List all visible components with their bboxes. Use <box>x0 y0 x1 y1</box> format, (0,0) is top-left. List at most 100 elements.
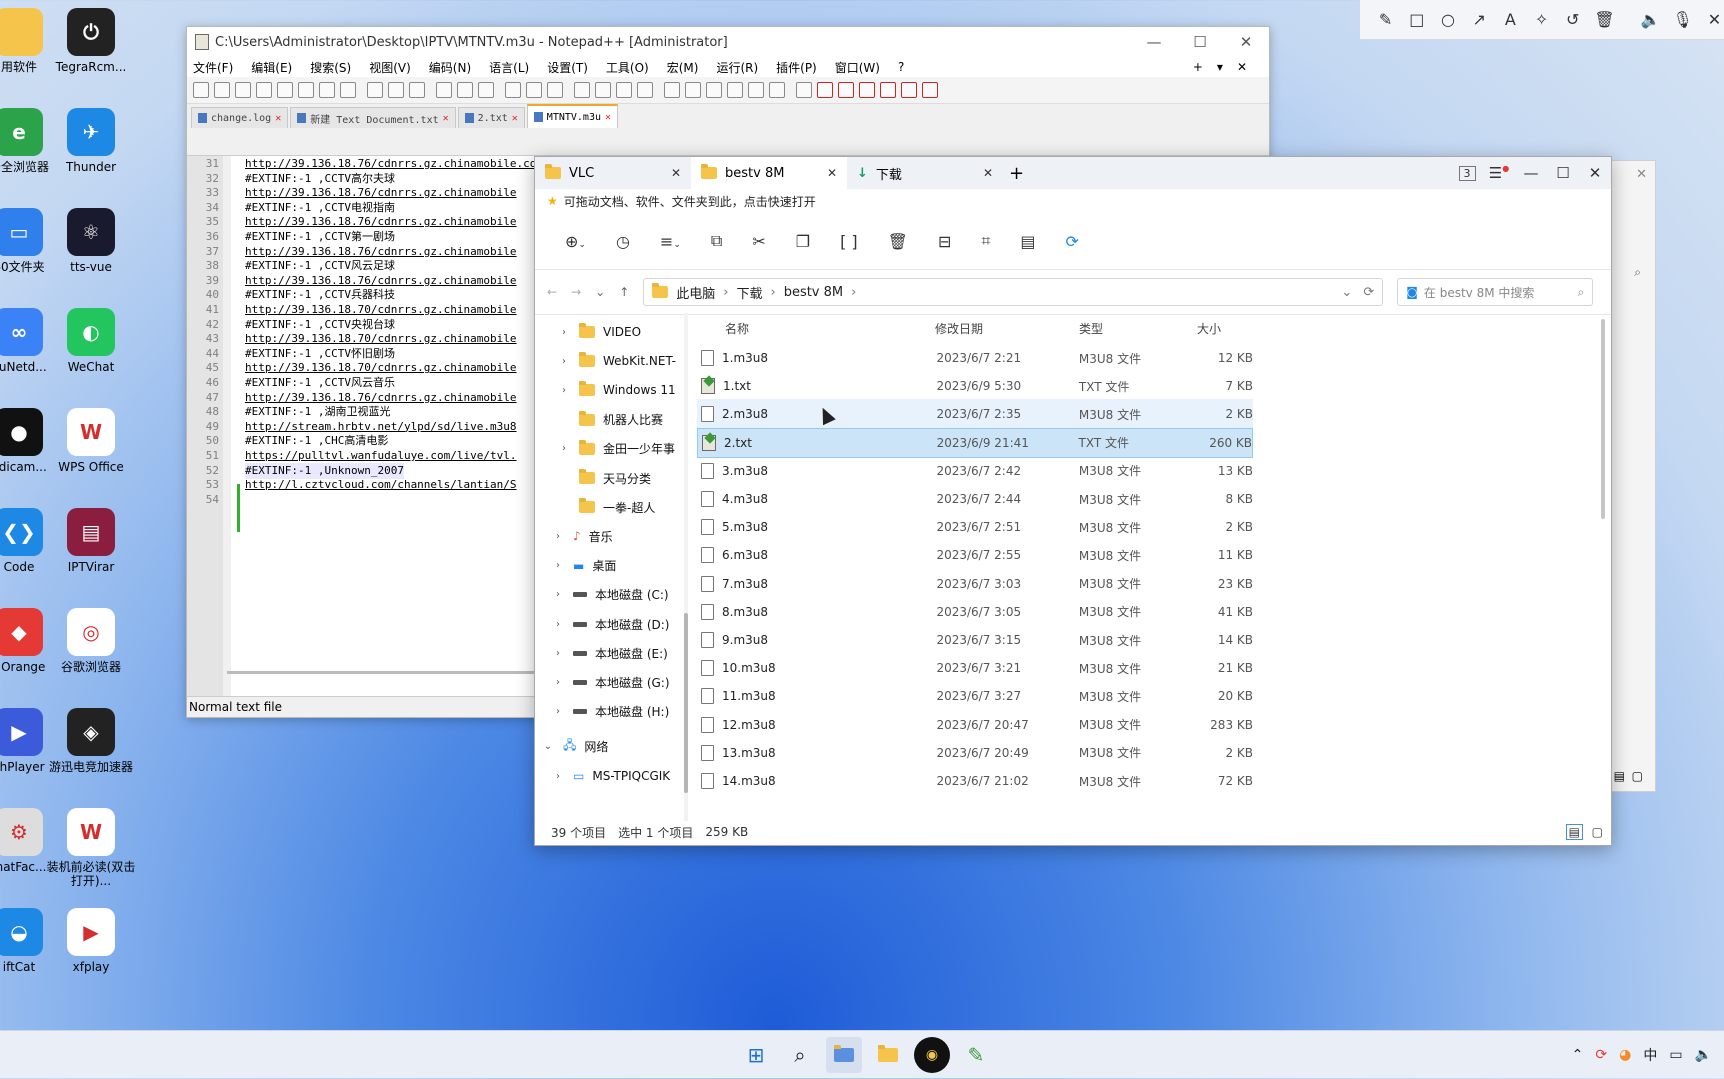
toolbar-button-icon[interactable] <box>817 82 833 98</box>
toolbar-button-icon[interactable] <box>235 82 251 98</box>
menu-item[interactable]: 搜索(S) <box>310 59 351 76</box>
file-row[interactable]: 10.m3u8 2023/6/7 3:21 M3U8 文件 21 KB <box>697 653 1253 683</box>
toolbar-button-icon[interactable] <box>748 82 764 98</box>
toolbar-button-icon[interactable] <box>319 82 335 98</box>
up-icon[interactable]: ↑ <box>619 285 629 299</box>
menu-item[interactable]: 视图(V) <box>369 59 411 76</box>
search-icon[interactable]: ⌕ <box>1578 285 1585 300</box>
explorer-taskbar-icon[interactable] <box>826 1037 862 1073</box>
col-name[interactable]: 名称 <box>693 320 935 337</box>
close-icon[interactable]: ✕ <box>443 113 449 124</box>
address-refresh-icon[interactable]: ⟳ <box>1363 285 1374 300</box>
toolbar-button-icon[interactable] <box>574 82 590 98</box>
toolbar-button-icon[interactable] <box>388 82 404 98</box>
recent-icon[interactable]: ◷ <box>616 232 630 251</box>
editor-tab[interactable]: 新建 Text Document.txt ✕ <box>290 107 456 128</box>
file-row[interactable]: 5.m3u8 2023/6/7 2:51 M3U8 文件 2 KB <box>697 512 1253 542</box>
menu-item[interactable]: 运行(R) <box>716 59 758 76</box>
close-icon[interactable]: ✕ <box>1636 167 1647 182</box>
nav-item[interactable]: › 本地磁盘 (E:) <box>535 638 683 668</box>
back-icon[interactable]: ← <box>547 285 557 299</box>
minimize-icon[interactable]: — <box>1515 164 1547 182</box>
arrow-icon[interactable]: ↗ <box>1470 10 1489 29</box>
nav-item[interactable]: › VIDEO <box>535 317 683 347</box>
file-row[interactable]: 3.m3u8 2023/6/7 2:42 M3U8 文件 13 KB <box>697 456 1253 486</box>
file-row[interactable]: 8.m3u8 2023/6/7 3:05 M3U8 文件 41 KB <box>697 597 1253 627</box>
circle-icon[interactable]: ○ <box>1438 10 1457 29</box>
close-icon[interactable]: ✕ <box>827 166 837 180</box>
file-row[interactable]: 14.m3u8 2023/6/7 21:02 M3U8 文件 72 KB <box>697 766 1253 796</box>
toolbar-button-icon[interactable] <box>409 82 425 98</box>
menu-icon[interactable]: ☰● <box>1483 164 1515 182</box>
menu-item[interactable]: 语言(L) <box>489 59 529 76</box>
nav-item[interactable]: 天马分类 <box>535 463 683 493</box>
magic-icon[interactable]: ✧ <box>1532 10 1551 29</box>
tiles-view-icon[interactable]: ▢ <box>1632 769 1643 783</box>
toolbar-button-icon[interactable] <box>547 82 563 98</box>
ime-indicator[interactable]: 中 <box>1643 1045 1657 1065</box>
cut-icon[interactable]: ✂ <box>752 232 765 251</box>
file-scrollbar[interactable] <box>1601 319 1605 519</box>
desktop-icon[interactable]: ▶ xfplay <box>46 908 136 974</box>
network-icon[interactable]: ▭ <box>1669 1047 1682 1063</box>
nav-item[interactable]: › 本地磁盘 (H:) <box>535 697 683 727</box>
chevron-right-icon[interactable]: › <box>551 677 565 688</box>
toolbar-button-icon[interactable] <box>796 82 812 98</box>
file-row[interactable]: 2.m3u8 2023/6/7 2:35 M3U8 文件 2 KB <box>697 399 1253 430</box>
desktop-icon[interactable]: W WPS Office <box>46 408 136 474</box>
chevron-right-icon[interactable]: › <box>551 771 565 782</box>
menu-item[interactable]: 窗口(W) <box>835 59 880 76</box>
desktop-icon[interactable]: W 装机前必读(双击打开)... <box>46 808 136 888</box>
toolbar-button-icon[interactable] <box>193 82 209 98</box>
file-row[interactable]: 9.m3u8 2023/6/7 3:15 M3U8 文件 14 KB <box>697 625 1253 655</box>
address-bar[interactable]: 此电脑 › 下载 › bestv 8M › ⌄ ⟳ <box>643 278 1384 306</box>
file-row[interactable]: 1.m3u8 2023/6/7 2:21 M3U8 文件 12 KB <box>697 343 1253 373</box>
nav-item[interactable]: › 本地磁盘 (C:) <box>535 580 683 610</box>
file-row[interactable]: 6.m3u8 2023/6/7 2:55 M3U8 文件 11 KB <box>697 540 1253 570</box>
toolbar-button-icon[interactable] <box>880 82 896 98</box>
menu-item[interactable]: 设置(T) <box>547 59 588 76</box>
editor-tab[interactable]: 2.txt ✕ <box>457 107 525 128</box>
explorer-tab[interactable]: bestv 8M ✕ <box>691 157 847 189</box>
details-view-icon[interactable]: ▤ <box>1565 824 1583 840</box>
horizontal-scrollbar[interactable] <box>227 671 547 674</box>
close-icon[interactable]: ✕ <box>671 166 681 180</box>
sync-icon[interactable]: ⟳ <box>1595 1047 1607 1063</box>
desktop-icon[interactable]: ✈ Thunder <box>46 108 136 174</box>
dropdown-icon[interactable]: ▾ <box>1217 60 1237 74</box>
col-size[interactable]: 大小 <box>1197 320 1253 337</box>
view-icon[interactable]: ≡⌄ <box>660 232 681 251</box>
crop-icon[interactable]: ⌗ <box>981 231 990 251</box>
search-input[interactable]: 在 bestv 8M 中搜索 <box>1424 284 1572 301</box>
col-type[interactable]: 类型 <box>1079 320 1197 337</box>
chevron-right-icon[interactable]: › <box>557 356 571 367</box>
menu-item[interactable]: 编辑(E) <box>251 59 292 76</box>
nav-item[interactable]: › ▭ MS-TPIQCGIK <box>535 761 683 791</box>
chevron-right-icon[interactable]: › <box>551 619 565 630</box>
menu-item[interactable]: 宏(M) <box>667 59 699 76</box>
menu-item[interactable]: 插件(P) <box>776 59 817 76</box>
file-row[interactable]: 13.m3u8 2023/6/7 20:49 M3U8 文件 2 KB <box>697 738 1253 768</box>
menu-item[interactable]: 文件(F) <box>193 59 233 76</box>
chevron-right-icon[interactable]: › <box>551 648 565 659</box>
copy-icon[interactable]: ⧉ <box>711 231 722 251</box>
nav-item[interactable]: ⌄ 🖧 网络 <box>535 732 683 762</box>
nav-item[interactable]: › 本地磁盘 (G:) <box>535 667 683 697</box>
file-row[interactable]: 11.m3u8 2023/6/7 3:27 M3U8 文件 20 KB <box>697 681 1253 711</box>
chevron-right-icon[interactable]: › <box>551 560 565 571</box>
close-icon[interactable]: ✕ <box>1705 10 1724 29</box>
menu-item[interactable]: 工具(O) <box>606 59 649 76</box>
close-icon[interactable]: ✕ <box>275 113 281 124</box>
notepadpp-taskbar-icon[interactable]: ✎ <box>958 1037 994 1073</box>
breadcrumb-item[interactable]: 此电脑 <box>676 283 715 302</box>
editor-tab[interactable]: change.log ✕ <box>191 107 289 128</box>
chevron-right-icon[interactable]: › <box>551 531 565 542</box>
chevron-right-icon[interactable]: › <box>557 385 571 396</box>
address-dropdown-icon[interactable]: ⌄ <box>1341 285 1352 300</box>
breadcrumb-item[interactable]: bestv 8M <box>784 285 843 300</box>
col-date[interactable]: 修改日期 <box>935 320 1079 337</box>
nav-item[interactable]: › Windows 11 <box>535 375 683 405</box>
desktop-icon[interactable]: ⏻ TegraRcm... <box>46 8 136 74</box>
maximize-icon[interactable]: ☐ <box>1547 164 1579 182</box>
close-icon[interactable]: ✕ <box>605 112 611 123</box>
